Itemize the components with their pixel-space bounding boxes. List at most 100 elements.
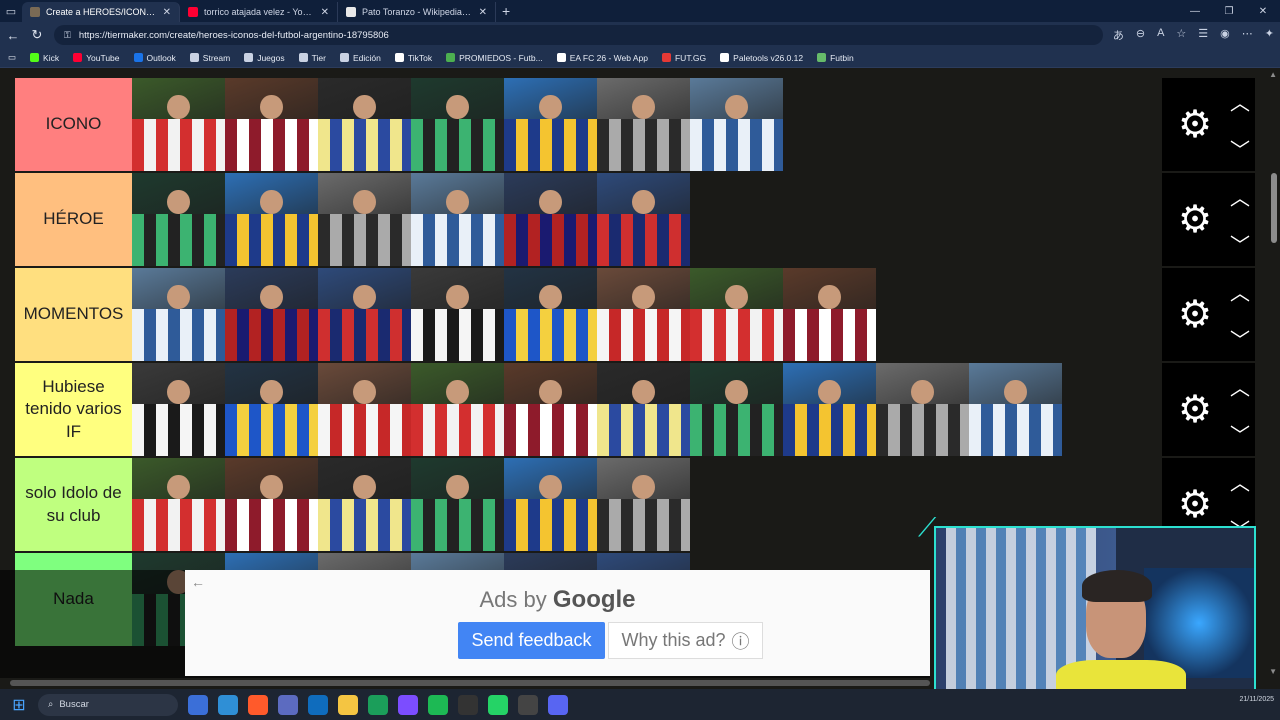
player-card[interactable] [132,173,225,266]
player-card[interactable] [411,173,504,266]
chevron-down-icon[interactable]: ﹀ [1230,134,1250,163]
chevron-up-icon[interactable]: ︿ [1230,467,1250,496]
player-card[interactable] [876,363,969,456]
bookmark-item[interactable]: Outlook [133,53,176,63]
player-card[interactable] [318,363,411,456]
close-tab-icon[interactable]: ✕ [163,7,171,18]
chevron-up-icon[interactable]: ︿ [1230,277,1250,306]
site-info-icon[interactable]: ⚿ [64,30,71,41]
copilot-icon[interactable]: ✦ [1265,27,1274,43]
bookmark-item[interactable]: Juegos [244,53,285,63]
bookmark-item[interactable]: FUT.GG [661,53,706,63]
player-card[interactable] [225,173,318,266]
player-card[interactable] [411,363,504,456]
chrome-icon[interactable] [368,694,388,715]
bookmark-item[interactable]: TikTok [394,53,432,63]
edge-icon[interactable] [218,694,238,715]
player-card[interactable] [690,268,783,361]
bookmarks-toggle-icon[interactable]: ▭ [8,52,16,63]
bookmark-item[interactable]: Tier [298,53,326,63]
new-tab-button[interactable]: + [502,3,510,19]
outlook-icon[interactable] [308,694,328,715]
player-card[interactable] [132,458,225,551]
tier-label[interactable]: MOMENTOS [15,268,132,361]
player-card[interactable] [318,78,411,171]
tier-items[interactable] [132,268,1162,361]
player-card[interactable] [504,78,597,171]
browser-tab[interactable]: torrico atajada velez - YouTube ✕ [180,2,338,22]
player-card[interactable] [504,363,597,456]
player-card[interactable] [783,268,876,361]
player-card[interactable] [690,78,783,171]
back-icon[interactable]: ← [6,28,20,43]
gear-icon[interactable]: ⚙ [1172,387,1218,433]
player-card[interactable] [504,268,597,361]
tab-actions-icon[interactable]: ▭ [0,0,22,22]
bookmark-item[interactable]: Paletools v26.0.12 [720,53,803,63]
brave-icon[interactable] [248,694,268,715]
player-card[interactable] [132,363,225,456]
bookmark-item[interactable]: PROMIEDOS - Futb... [446,53,543,63]
player-card[interactable] [225,363,318,456]
bookmark-item[interactable]: Futbin [817,53,854,63]
player-card[interactable] [411,458,504,551]
close-tab-icon[interactable]: ✕ [479,7,487,18]
capcut-icon[interactable] [458,694,478,715]
player-card[interactable] [411,78,504,171]
player-card[interactable] [597,268,690,361]
player-card[interactable] [969,363,1062,456]
teams-icon[interactable] [278,694,298,715]
player-card[interactable] [225,78,318,171]
horizontal-scroll-thumb[interactable] [10,680,930,686]
scroll-down-icon[interactable]: ▼ [1269,667,1277,676]
bookmark-item[interactable]: Kick [30,53,59,63]
whatsapp-icon[interactable] [488,694,508,715]
discord-icon[interactable] [548,694,568,715]
chevron-up-icon[interactable]: ︿ [1230,182,1250,211]
steam-icon[interactable] [518,694,538,715]
extensions-icon[interactable]: ◉ [1220,27,1230,43]
tier-label[interactable]: Hubiese tenido varios IF [15,363,132,456]
scroll-up-icon[interactable]: ▲ [1269,70,1277,79]
gear-icon[interactable]: ⚙ [1172,102,1218,148]
maximize-icon[interactable]: ❐ [1212,0,1246,22]
player-card[interactable] [318,458,411,551]
player-card[interactable] [504,458,597,551]
address-bar[interactable]: ⚿ https://tiermaker.com/create/heroes-ic… [54,25,1103,45]
close-window-icon[interactable]: ✕ [1246,0,1280,22]
scroll-thumb[interactable] [1271,173,1277,243]
gear-icon[interactable]: ⚙ [1172,197,1218,243]
player-card[interactable] [783,363,876,456]
read-aloud-icon[interactable]: A [1157,27,1164,43]
why-this-ad-button[interactable]: Why this ad? ⓘ [608,622,763,659]
player-card[interactable] [597,173,690,266]
bookmark-item[interactable]: EA FC 26 - Web App [556,53,648,63]
favorite-icon[interactable]: ☆ [1176,27,1186,43]
player-card[interactable] [225,458,318,551]
player-card[interactable] [318,173,411,266]
translate-icon[interactable]: あ [1113,27,1124,43]
bookmark-item[interactable]: YouTube [73,53,120,63]
send-feedback-button[interactable]: Send feedback [458,622,605,659]
player-card[interactable] [132,268,225,361]
chevron-down-icon[interactable]: ﹀ [1230,419,1250,448]
player-card[interactable] [597,363,690,456]
chevron-up-icon[interactable]: ︿ [1230,372,1250,401]
app-icon[interactable] [398,694,418,715]
vertical-scrollbar[interactable]: ▲ ▼ [1266,68,1280,678]
tier-label[interactable]: HÉROE [15,173,132,266]
player-card[interactable] [411,268,504,361]
favorites-list-icon[interactable]: ☰ [1198,27,1208,43]
player-card[interactable] [690,363,783,456]
taskbar-search[interactable]: ⌕ Buscar [38,693,178,716]
copilot-app-icon[interactable] [188,694,208,715]
player-card[interactable] [504,173,597,266]
start-icon[interactable]: ⊞ [10,696,28,714]
player-card[interactable] [225,268,318,361]
close-tab-icon[interactable]: ✕ [321,7,329,18]
explorer-icon[interactable] [338,694,358,715]
minimize-icon[interactable]: — [1178,0,1212,22]
menu-icon[interactable]: ⋯ [1242,27,1253,43]
bookmark-item[interactable]: Edición [339,53,381,63]
player-card[interactable] [597,458,690,551]
